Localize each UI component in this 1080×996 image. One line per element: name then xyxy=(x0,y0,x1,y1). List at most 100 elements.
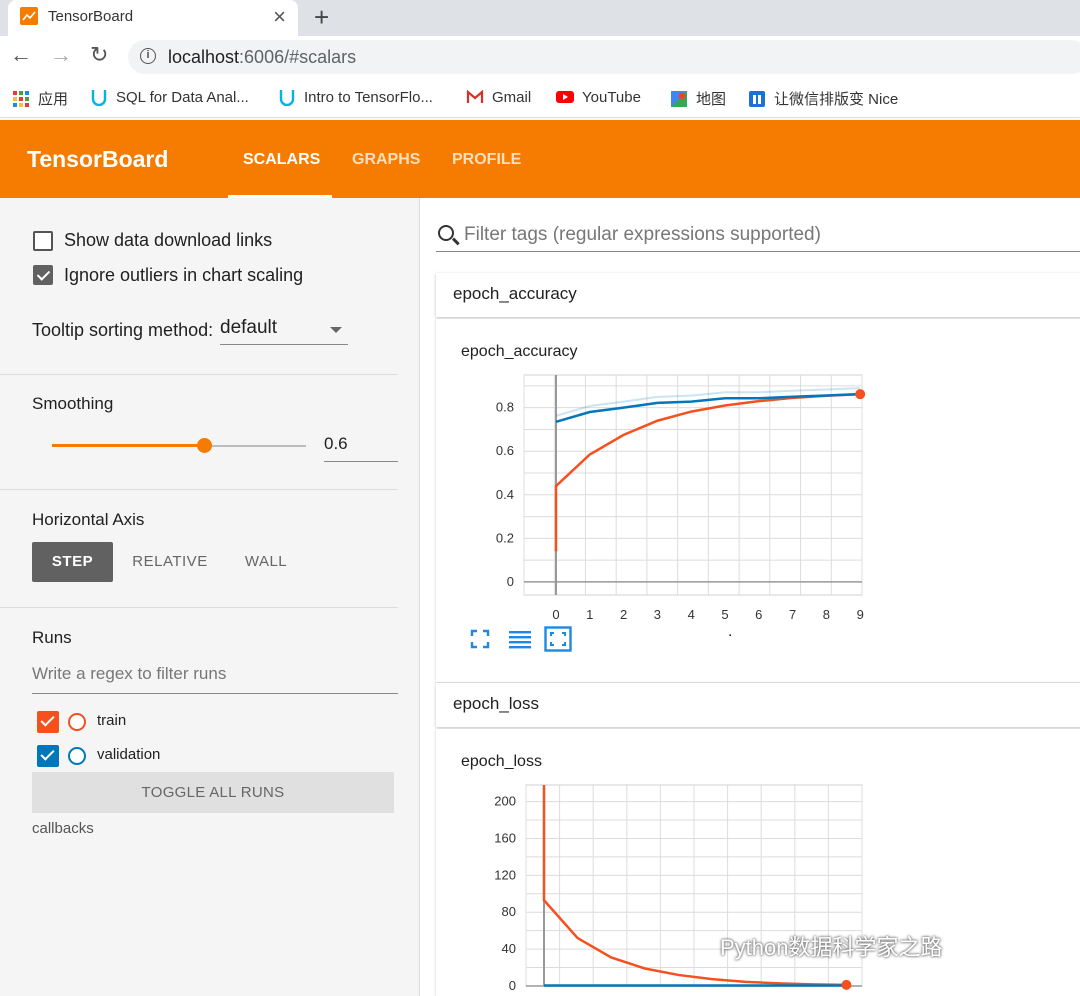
site-info-icon[interactable]: i xyxy=(140,48,156,64)
data-point-marker xyxy=(841,979,852,990)
tag-filter-input[interactable]: Filter tags (regular expressions support… xyxy=(436,222,1080,252)
main-content: Filter tags (regular expressions support… xyxy=(420,198,1080,996)
bookmark-label: 让微信排版变 Nice xyxy=(774,91,899,108)
tag-filter-placeholder: Filter tags (regular expressions support… xyxy=(464,224,821,245)
runs-filter-input[interactable]: Write a regex to filter runs xyxy=(32,664,398,694)
smoothing-value: 0.6 xyxy=(324,434,348,453)
bookmarks-bar: 应用 SQL for Data Anal... Intro to TensorF… xyxy=(0,78,1080,118)
smoothing-slider-handle[interactable] xyxy=(197,438,213,453)
gmail-icon xyxy=(466,89,484,103)
nice-icon xyxy=(749,91,765,107)
address-url: localhost:6006/#scalars xyxy=(168,47,357,67)
bookmark-tensorflow[interactable]: Intro to TensorFlo... xyxy=(278,88,433,106)
tooltip-sorting-label: Tooltip sorting method: xyxy=(32,320,214,340)
reload-icon[interactable]: ↻ xyxy=(90,42,108,68)
browser-tab-title: TensorBoard xyxy=(48,8,134,25)
y-tick-label: 0 xyxy=(509,978,516,993)
runs-label: Runs xyxy=(32,628,72,647)
new-tab-icon[interactable]: + xyxy=(314,2,329,33)
forward-arrow-icon[interactable]: → xyxy=(50,42,72,68)
show-download-links-label: Show data download links xyxy=(64,230,273,250)
search-icon xyxy=(438,225,454,241)
accuracy-chart[interactable]: 0 0.2 0.4 0.6 0.8 0 1 2 3 4 5 6 7 8 9 xyxy=(436,319,1080,682)
fullscreen-icon[interactable] xyxy=(469,628,491,650)
divider xyxy=(0,374,398,375)
x-tick-label: 5 xyxy=(721,607,728,622)
fit-domain-icon[interactable] xyxy=(544,626,572,652)
bookmark-label: SQL for Data Anal... xyxy=(116,89,249,106)
chart-card-accuracy: epoch_accuracy 0 0.2 0.4 0.6 0.8 0 1 2 3 4 5 6 7 8 9 . xyxy=(436,319,1080,682)
bookmark-nice[interactable]: 让微信排版变 Nice xyxy=(748,88,898,109)
browser-tab[interactable]: TensorBoard × xyxy=(8,0,298,36)
y-tick-label: 0.2 xyxy=(496,530,514,545)
toggle-log-scale-icon[interactable] xyxy=(508,629,532,649)
run-train-label: train xyxy=(97,712,127,729)
category-header-accuracy[interactable]: epoch_accuracy xyxy=(436,273,1080,317)
horizontal-axis-label: Horizontal Axis xyxy=(32,510,145,529)
back-arrow-icon[interactable]: ← xyxy=(10,42,32,68)
axis-relative-button[interactable]: RELATIVE xyxy=(126,542,214,582)
divider xyxy=(0,607,398,608)
ignore-outliers-checkbox[interactable] xyxy=(33,265,53,285)
bookmark-label: Intro to TensorFlo... xyxy=(304,89,433,106)
tooltip-sorting-select[interactable]: default xyxy=(220,317,348,345)
y-tick-label: 80 xyxy=(502,904,516,919)
close-tab-icon[interactable]: × xyxy=(273,4,286,30)
tensorboard-header: TensorBoard SCALARS GRAPHS PROFILE xyxy=(0,120,1080,198)
sidebar: Show data download links Ignore outliers… xyxy=(0,198,420,996)
smoothing-slider-fill xyxy=(52,444,205,447)
x-tick-label: 8 xyxy=(823,607,830,622)
y-tick-label: 0.6 xyxy=(496,443,514,458)
x-tick-label: 1 xyxy=(586,607,593,622)
y-tick-label: 0.4 xyxy=(496,487,514,502)
bookmark-label: 地图 xyxy=(696,91,727,108)
y-tick-label: 40 xyxy=(502,941,516,956)
ignore-outliers-label: Ignore outliers in chart scaling xyxy=(64,265,304,285)
smoothing-label: Smoothing xyxy=(32,394,114,413)
logdir-label: callbacks xyxy=(32,820,94,837)
browser-toolbar: ← → ↻ i localhost:6006/#scalars xyxy=(0,36,1080,78)
run-train-color-icon[interactable] xyxy=(68,713,86,731)
show-download-links-checkbox[interactable] xyxy=(33,231,53,251)
data-point-marker xyxy=(855,389,866,400)
tooltip-sorting-value: default xyxy=(220,317,278,338)
x-tick-label: 0 xyxy=(552,607,559,622)
maps-icon xyxy=(671,91,687,107)
run-validation-label: validation xyxy=(97,746,161,763)
smoothing-value-input[interactable]: 0.6 xyxy=(324,434,398,462)
bookmark-maps[interactable]: 地图 xyxy=(670,88,726,109)
bookmark-apps[interactable]: 应用 xyxy=(12,88,68,109)
category-title: epoch_accuracy xyxy=(453,284,577,303)
x-tick-label: 2 xyxy=(620,607,627,622)
category-title: epoch_loss xyxy=(453,694,540,713)
toggle-all-runs-button[interactable]: TOGGLE ALL RUNS xyxy=(32,772,394,813)
tab-profile[interactable]: PROFILE xyxy=(452,151,521,169)
x-tick-label: 4 xyxy=(688,607,695,622)
tensorboard-favicon-icon xyxy=(20,7,38,25)
category-header-loss[interactable]: epoch_loss xyxy=(436,683,1080,727)
tab-scalars[interactable]: SCALARS xyxy=(243,151,320,169)
chart-dot-label: . xyxy=(728,623,733,640)
x-tick-label: 9 xyxy=(857,607,864,622)
x-tick-label: 3 xyxy=(654,607,661,622)
run-validation-checkbox[interactable] xyxy=(37,745,59,767)
axis-wall-button[interactable]: WALL xyxy=(232,542,300,582)
udacity-icon xyxy=(279,90,295,106)
divider xyxy=(0,489,398,490)
app-title: TensorBoard xyxy=(27,146,169,172)
udacity-icon xyxy=(91,90,107,106)
bookmark-sql[interactable]: SQL for Data Anal... xyxy=(90,88,249,106)
bookmark-label: 应用 xyxy=(38,91,69,108)
axis-step-button[interactable]: STEP xyxy=(32,542,113,582)
bookmark-label: YouTube xyxy=(582,89,641,106)
bookmark-gmail[interactable]: Gmail xyxy=(466,88,531,106)
y-tick-label: 200 xyxy=(494,794,516,809)
address-bar[interactable]: i localhost:6006/#scalars xyxy=(128,40,1080,74)
y-tick-label: 0 xyxy=(507,574,514,589)
tab-graphs[interactable]: GRAPHS xyxy=(352,151,420,169)
run-validation-color-icon[interactable] xyxy=(68,747,86,765)
y-tick-label: 160 xyxy=(494,830,516,845)
bookmark-youtube[interactable]: YouTube xyxy=(556,88,641,106)
x-tick-label: 6 xyxy=(755,607,762,622)
run-train-checkbox[interactable] xyxy=(37,711,59,733)
